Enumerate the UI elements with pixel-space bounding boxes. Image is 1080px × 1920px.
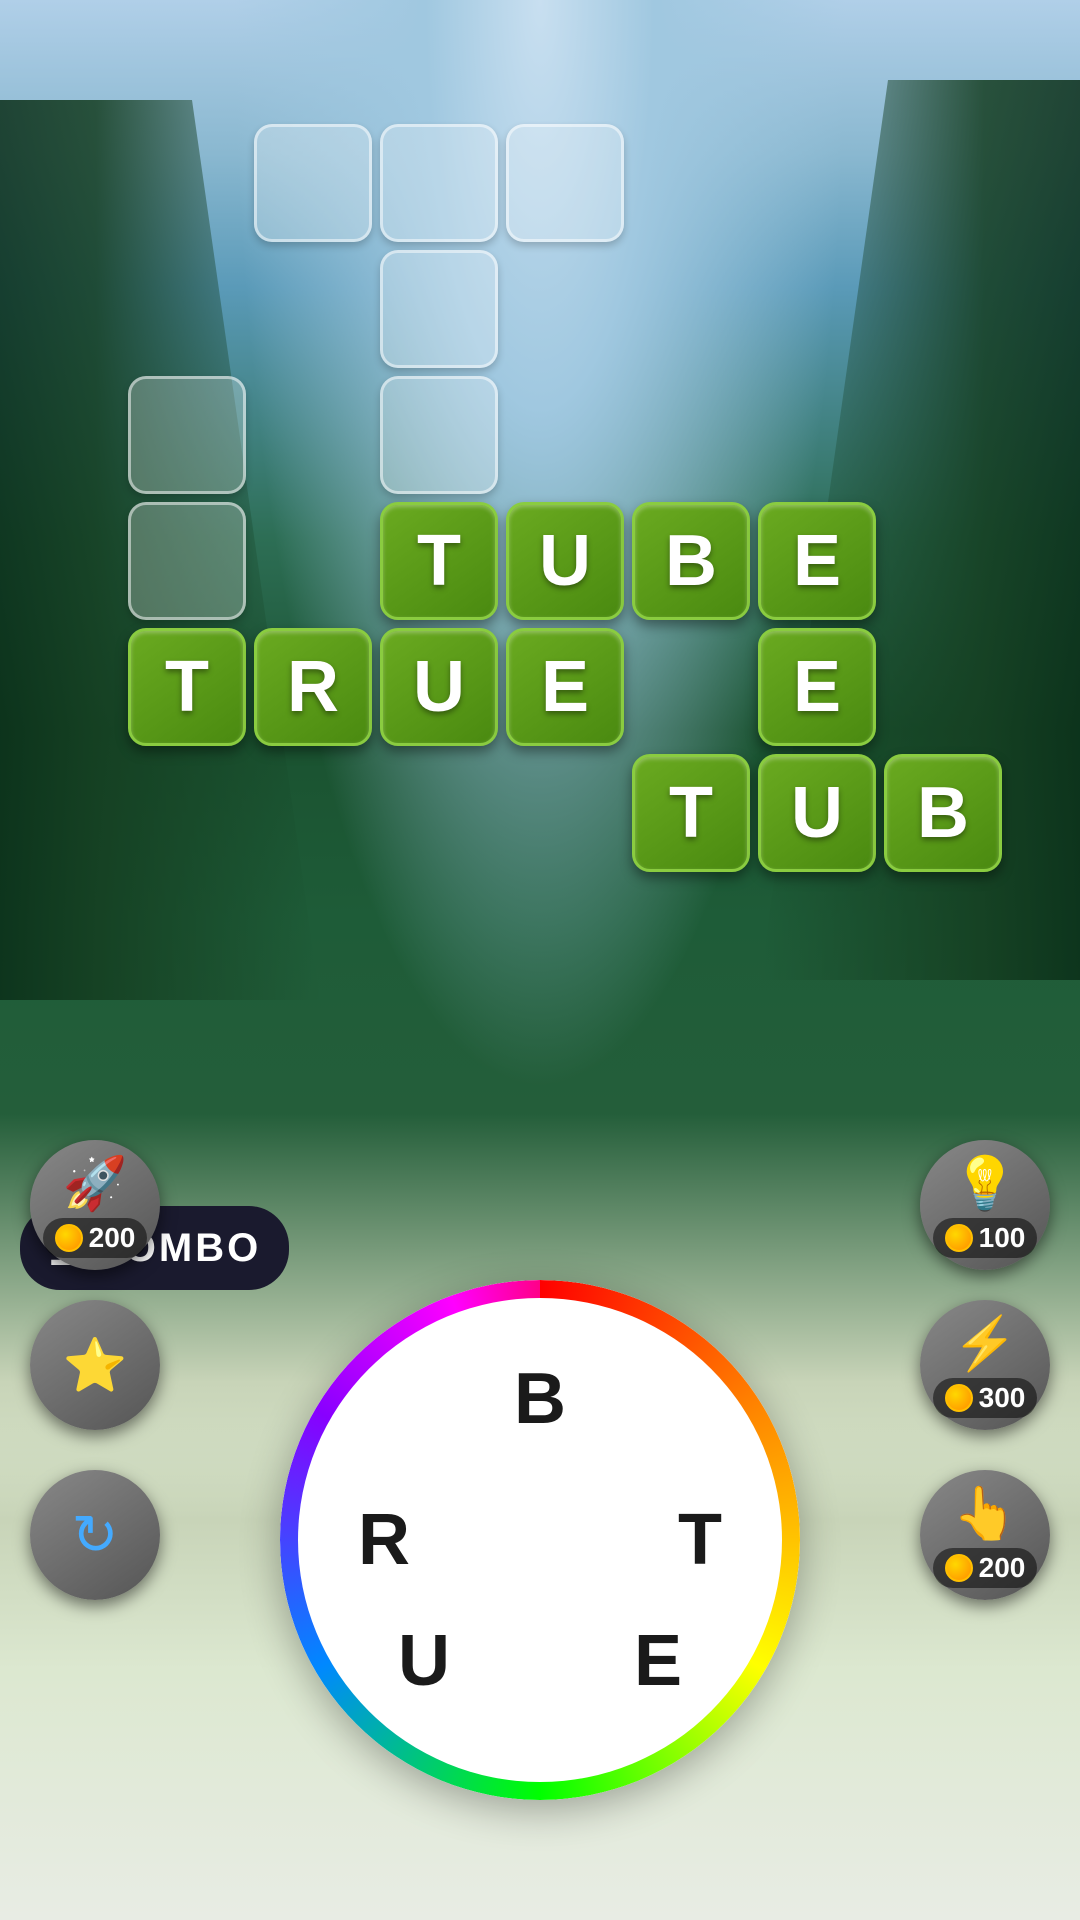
letter-B: B <box>632 502 750 620</box>
lightning-cost: 300 <box>979 1382 1026 1414</box>
letter-R: R <box>254 628 372 746</box>
letter-T: T <box>632 754 750 872</box>
letter-T: T <box>380 502 498 620</box>
hand-icon: 👆 <box>953 1483 1018 1544</box>
letter-E: E <box>758 502 876 620</box>
empty-tile <box>254 124 372 242</box>
coin-icon <box>55 1224 83 1252</box>
bulb-button[interactable]: 💡 100 <box>920 1140 1050 1270</box>
star-icon: ⭐ <box>63 1335 128 1396</box>
letter-E: E <box>506 628 624 746</box>
rocket-button[interactable]: 🚀 200 <box>30 1140 160 1270</box>
bulb-cost-badge: 100 <box>933 1218 1038 1258</box>
refresh-icon: ↻ <box>72 1502 119 1568</box>
hand-button[interactable]: 👆 200 <box>920 1470 1050 1600</box>
letter-E2: E <box>758 628 876 746</box>
star-button[interactable]: ⭐ <box>30 1300 160 1430</box>
wheel-letter-R[interactable]: R <box>358 1499 410 1581</box>
wheel-letter-T[interactable]: T <box>678 1499 722 1581</box>
wheel-letter-U[interactable]: U <box>398 1620 450 1702</box>
wheel-letter-E[interactable]: E <box>634 1620 682 1702</box>
refresh-button[interactable]: ↻ <box>30 1470 160 1600</box>
coin-icon <box>945 1554 973 1582</box>
coin-icon <box>945 1224 973 1252</box>
empty-tile <box>506 124 624 242</box>
bulb-cost: 100 <box>979 1222 1026 1254</box>
rocket-icon: 🚀 <box>63 1153 128 1214</box>
empty-tile <box>380 250 498 368</box>
letter-T: T <box>128 628 246 746</box>
rocket-cost-badge: 200 <box>43 1218 148 1258</box>
empty-tile <box>380 124 498 242</box>
coin-icon <box>945 1384 973 1412</box>
lightning-cost-badge: 300 <box>933 1378 1038 1418</box>
rocket-cost: 200 <box>89 1222 136 1254</box>
lightning-icon: ⚡ <box>953 1313 1018 1374</box>
empty-tile <box>128 376 246 494</box>
empty-tile <box>380 376 498 494</box>
hand-cost: 200 <box>979 1552 1026 1584</box>
hand-cost-badge: 200 <box>933 1548 1038 1588</box>
bulb-icon: 💡 <box>953 1153 1018 1214</box>
wheel-ring: B T E U R <box>280 1280 800 1800</box>
empty-tile <box>128 502 246 620</box>
letter-B: B <box>884 754 1002 872</box>
letter-wheel[interactable]: B T E U R <box>280 1280 800 1800</box>
letter-U: U <box>380 628 498 746</box>
game-screen: T U B E T R U E E T U B 1 COMBO B T E <box>0 0 1080 1920</box>
letter-U: U <box>506 502 624 620</box>
wheel-letter-B[interactable]: B <box>514 1358 566 1440</box>
letter-U: U <box>758 754 876 872</box>
lightning-button[interactable]: ⚡ 300 <box>920 1300 1050 1430</box>
wheel-inner: B T E U R <box>298 1298 782 1782</box>
